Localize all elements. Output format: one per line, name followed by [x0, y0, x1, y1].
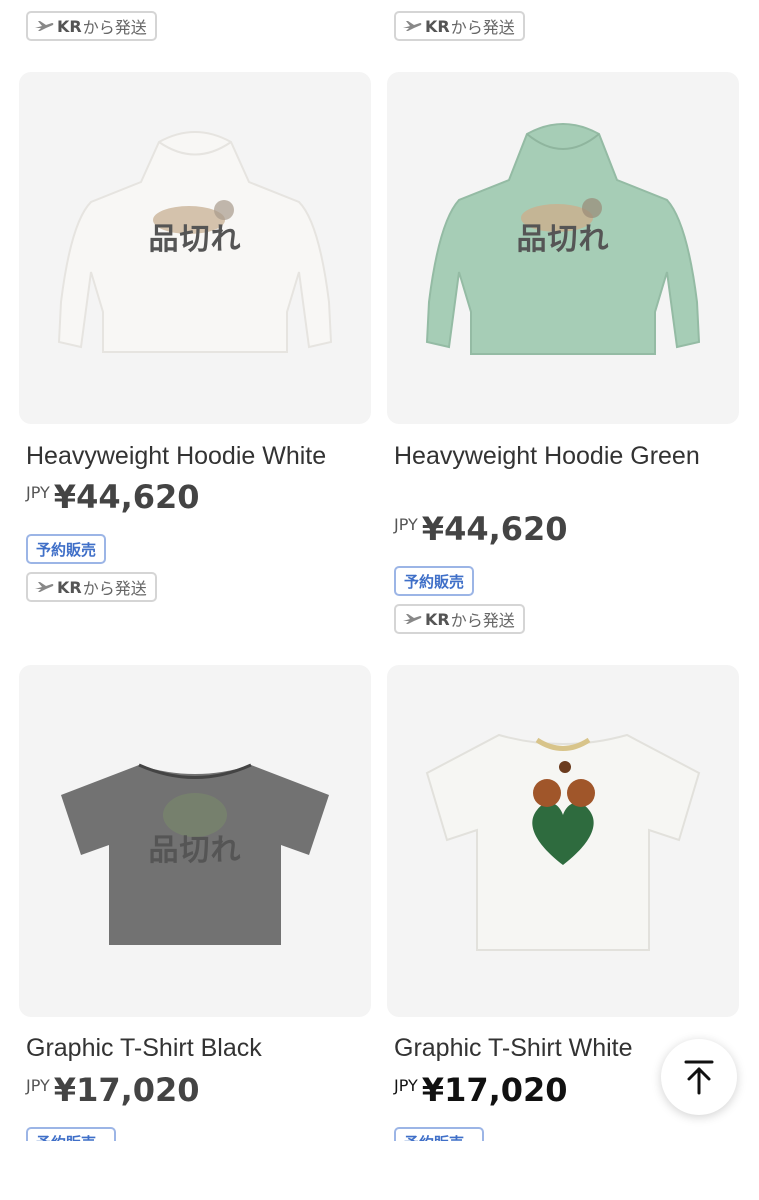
ship-from-suffix: から発送 [450, 18, 515, 37]
currency-code: JPY [394, 1076, 418, 1095]
product-price: JPY ¥44,620 [26, 478, 200, 516]
ship-from-code: KR [57, 16, 82, 36]
product-name[interactable]: Heavyweight Hoodie Green [394, 440, 744, 472]
price-amount: ¥44,620 [53, 478, 200, 516]
preorder-badge: 予約販売 [394, 1127, 484, 1141]
product-price: JPY ¥17,020 [394, 1071, 568, 1109]
soldout-label: 品切れ [516, 222, 610, 257]
ship-from-suffix: から発送 [82, 579, 147, 598]
currency-code: JPY [26, 1076, 50, 1095]
product-price: JPY ¥44,620 [394, 510, 568, 548]
ship-from-tag: KR から発送 [26, 11, 157, 41]
soldout-label: 品切れ [148, 833, 242, 868]
product-name[interactable]: Graphic T-Shirt Black [26, 1032, 376, 1064]
ship-from-suffix: から発送 [450, 611, 515, 630]
soldout-label: 品切れ [148, 222, 242, 257]
currency-code: JPY [394, 515, 418, 534]
ship-from-code: KR [57, 577, 82, 597]
product-price: JPY ¥17,020 [26, 1071, 200, 1109]
ship-from-tag: KR から発送 [394, 11, 525, 41]
preorder-badge: 予約販売 [26, 1127, 116, 1141]
product-image[interactable] [387, 665, 739, 1017]
airplane-icon [403, 21, 422, 31]
price-amount: ¥17,020 [421, 1071, 568, 1109]
product-image[interactable]: 品切れ [387, 72, 739, 424]
price-amount: ¥44,620 [421, 510, 568, 548]
scroll-to-top-button[interactable] [661, 1039, 737, 1115]
ship-from-tag: KR から発送 [394, 604, 525, 634]
preorder-badge-partial: 予約販売 [26, 1127, 116, 1141]
arrow-to-top-icon [684, 1060, 714, 1095]
preorder-badge: 予約販売 [26, 534, 107, 564]
preorder-badge-partial: 予約販売 [394, 1127, 484, 1141]
airplane-icon [35, 582, 54, 592]
ship-from-code: KR [425, 16, 450, 36]
currency-code: JPY [26, 483, 50, 502]
tshirt-image [425, 733, 701, 951]
ship-from-code: KR [425, 609, 450, 629]
product-image[interactable]: 品切れ [19, 665, 371, 1017]
ship-from-suffix: から発送 [82, 18, 147, 37]
airplane-icon [35, 21, 54, 31]
preorder-badge: 予約販売 [394, 566, 475, 596]
product-image[interactable]: 品切れ [19, 72, 371, 424]
price-amount: ¥17,020 [53, 1071, 200, 1109]
ship-from-tag: KR から発送 [26, 572, 157, 602]
product-name[interactable]: Heavyweight Hoodie White [26, 440, 376, 472]
airplane-icon [403, 614, 422, 624]
